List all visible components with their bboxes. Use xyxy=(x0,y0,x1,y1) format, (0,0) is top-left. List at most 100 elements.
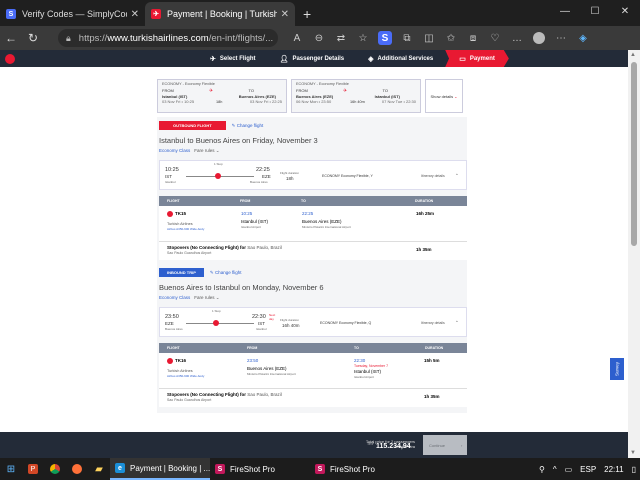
chevron-down-icon: ⌄ xyxy=(454,93,458,99)
row-duration: 15h 5m xyxy=(424,358,440,363)
fare-name: ECONOMY Economy Flexible, Q xyxy=(320,321,372,325)
tab-turkish-airlines[interactable]: ✈ Payment | Booking | Turkish Airlines ✕ xyxy=(145,2,295,26)
copilot-icon[interactable]: ◈ xyxy=(572,27,594,49)
scroll-down-icon[interactable]: ▼ xyxy=(630,450,636,456)
windows-taskbar: ⊞ P ▰ e Payment | Booking | ... S FireShot… xyxy=(0,458,640,480)
inbound-flight-card[interactable]: 23:50 EZE Buenos Aires 1 Stop 22:30 IST … xyxy=(159,307,467,337)
booking-steps: ✈ Select Flight 👤︎ Passenger Details ◈ Addi… xyxy=(198,50,509,67)
powerpoint-icon[interactable]: P xyxy=(22,458,44,480)
app-label: FireShot Pro xyxy=(230,464,275,474)
page-scrollbar[interactable]: ▲ ▼ xyxy=(628,50,640,458)
person-tray-icon[interactable]: ⚲ xyxy=(539,465,545,474)
fare-rules-label: Fare rules xyxy=(194,148,215,153)
stopover-row: Stopovers (No Connecting Flight) for Sao… xyxy=(159,242,467,260)
chrome-icon[interactable] xyxy=(44,458,66,480)
edge-icon: e xyxy=(115,463,125,473)
profile-avatar[interactable] xyxy=(528,27,550,49)
airline: Turkish Airlines xyxy=(167,369,193,373)
minimize-icon[interactable]: — xyxy=(550,0,580,22)
inbound-tag-row: INBOUND TRIP ✎ Change flight xyxy=(159,268,467,277)
itinerary-details-link[interactable]: Itinerary details xyxy=(421,174,445,178)
url-prefix: https:// xyxy=(78,32,108,44)
windows-start-icon[interactable]: ⊞ xyxy=(0,458,22,480)
chevron-right-icon: › xyxy=(461,442,463,448)
arr-time: 22:30 xyxy=(252,314,266,320)
fireshot-icon: S xyxy=(315,464,325,474)
favorites-bar-icon[interactable]: ✩ xyxy=(440,27,462,49)
taskbar-app-fireshot-1[interactable]: S FireShot Pro xyxy=(210,458,310,480)
continue-button[interactable]: Continue › xyxy=(423,435,467,455)
new-tab-button[interactable]: + xyxy=(295,2,319,26)
fare-class-row: Economy Class Fare rules ⌄ xyxy=(159,148,467,154)
network-icon[interactable]: ▭ xyxy=(565,465,573,474)
arr-city: Istanbul xyxy=(256,327,267,331)
close-icon[interactable]: ✕ xyxy=(131,9,139,20)
notifications-icon[interactable]: ▯ xyxy=(632,465,636,474)
stopover-title: Stopovers (No Connecting Flight) for xyxy=(167,245,246,250)
extensions-icon[interactable]: ⧉ xyxy=(396,27,418,49)
aircraft[interactable]: Airbus A350-900 Wide-body xyxy=(167,227,204,231)
aircraft[interactable]: Airbus A350-900 Wide-body xyxy=(167,374,204,378)
favorite-icon[interactable]: ☆ xyxy=(352,27,374,49)
firefox-icon[interactable] xyxy=(66,458,88,480)
fare-rules-link[interactable]: Fare rules ⌄ xyxy=(194,148,219,153)
outbound-flight-table: FLIGHT FROM TO DURATION TK15 Turkish Air… xyxy=(159,196,467,260)
taskbar-app-fireshot-2[interactable]: S FireShot Pro xyxy=(310,458,410,480)
turkish-airlines-logo[interactable] xyxy=(5,53,15,64)
from-name: Buenos Aires (EZE) xyxy=(247,366,287,371)
stop-label: 1 Stop xyxy=(214,162,223,166)
stopover-duration: 1h 35m xyxy=(416,247,432,252)
scroll-up-icon[interactable]: ▲ xyxy=(630,52,636,58)
close-window-icon[interactable]: ✕ xyxy=(610,0,640,22)
file-explorer-icon[interactable]: ▰ xyxy=(88,458,110,480)
col-from: FROM xyxy=(240,199,251,203)
to-date: Tuesday, November 7 xyxy=(354,364,389,368)
fare-rules-link[interactable]: Fare rules ⌄ xyxy=(194,295,219,300)
simplycodes-ext-icon[interactable]: S xyxy=(378,31,392,45)
plane-icon: ✈ xyxy=(343,88,348,94)
health-icon[interactable]: ♡ xyxy=(484,27,506,49)
step-label: Payment xyxy=(469,55,495,62)
step-select-flight[interactable]: ✈ Select Flight xyxy=(198,50,268,67)
from-airport: Ministro Pistarini International Airport xyxy=(247,372,296,376)
change-flight-link[interactable]: ✎ Change flight xyxy=(210,270,242,276)
tab-strip: S Verify Codes — SimplyCodes ✕ ✈ Payment… xyxy=(0,0,640,26)
summary-card-inbound[interactable]: ECONOMY - Economy Flexible FROM ✈ TO Bueno… xyxy=(291,79,421,113)
dep-time: 23:50 xyxy=(165,314,179,320)
fare-class: Economy Class xyxy=(159,148,191,153)
close-icon[interactable]: ✕ xyxy=(281,9,289,20)
dep-time: 10:25 xyxy=(165,167,179,173)
change-flight-link[interactable]: ✎ Change flight xyxy=(232,123,264,129)
read-aloud-icon[interactable]: A xyxy=(286,27,308,49)
step-payment[interactable]: ▭ Payment xyxy=(445,50,509,67)
outbound-section: OUTBOUND FLIGHT ✎ Change flight Istanbul… xyxy=(157,117,467,413)
stopover-duration: 1h 35m xyxy=(424,394,440,399)
back-icon[interactable]: ← xyxy=(0,27,22,49)
language-indicator[interactable]: ESP xyxy=(580,465,596,474)
clock[interactable]: 22:11 xyxy=(604,465,623,474)
survey-button[interactable]: Survey xyxy=(610,358,624,380)
summary-card-outbound[interactable]: ECONOMY - Economy Flexible FROM ✈ TO Istan… xyxy=(157,79,287,113)
step-passenger-details[interactable]: 👤︎ Passenger Details xyxy=(268,50,357,67)
more-icon[interactable]: … xyxy=(506,27,528,49)
scrollbar-thumb[interactable] xyxy=(631,62,637,246)
collections-icon[interactable]: ⧈ xyxy=(462,27,484,49)
zoom-icon[interactable]: ⊖ xyxy=(308,27,330,49)
itinerary-details-link[interactable]: Itinerary details xyxy=(421,321,445,325)
chevron-up-icon[interactable]: ^ xyxy=(553,465,557,474)
outbound-flight-card[interactable]: 10:25 IST Istanbul 1 Stop 22:25 EZE Buen… xyxy=(159,160,467,190)
fare-rules-label: Fare rules xyxy=(194,295,215,300)
show-details-button[interactable]: Show details ⌄ xyxy=(425,79,463,113)
url-field[interactable]: 🔒︎ https://www.turkishairlines.com/en-in… xyxy=(58,29,278,47)
refresh-icon[interactable]: ↻ xyxy=(22,27,44,49)
maximize-icon[interactable]: ☐ xyxy=(580,0,610,22)
price-bar: Total price for 2 passengers Turkish Lira… xyxy=(0,432,628,458)
split-screen-icon[interactable]: ◫ xyxy=(418,27,440,49)
translate-icon[interactable]: ⇄ xyxy=(330,27,352,49)
fare-name: ECONOMY - Economy Flexible xyxy=(296,82,349,86)
tab-simplycodes[interactable]: S Verify Codes — SimplyCodes ✕ xyxy=(0,2,145,26)
taskbar-app-edge[interactable]: e Payment | Booking | ... xyxy=(110,458,210,480)
step-additional-services[interactable]: ◈ Additional Services xyxy=(356,50,445,67)
duration: 16h 40m xyxy=(350,100,365,104)
more-options-icon[interactable]: ⋯ xyxy=(550,27,572,49)
